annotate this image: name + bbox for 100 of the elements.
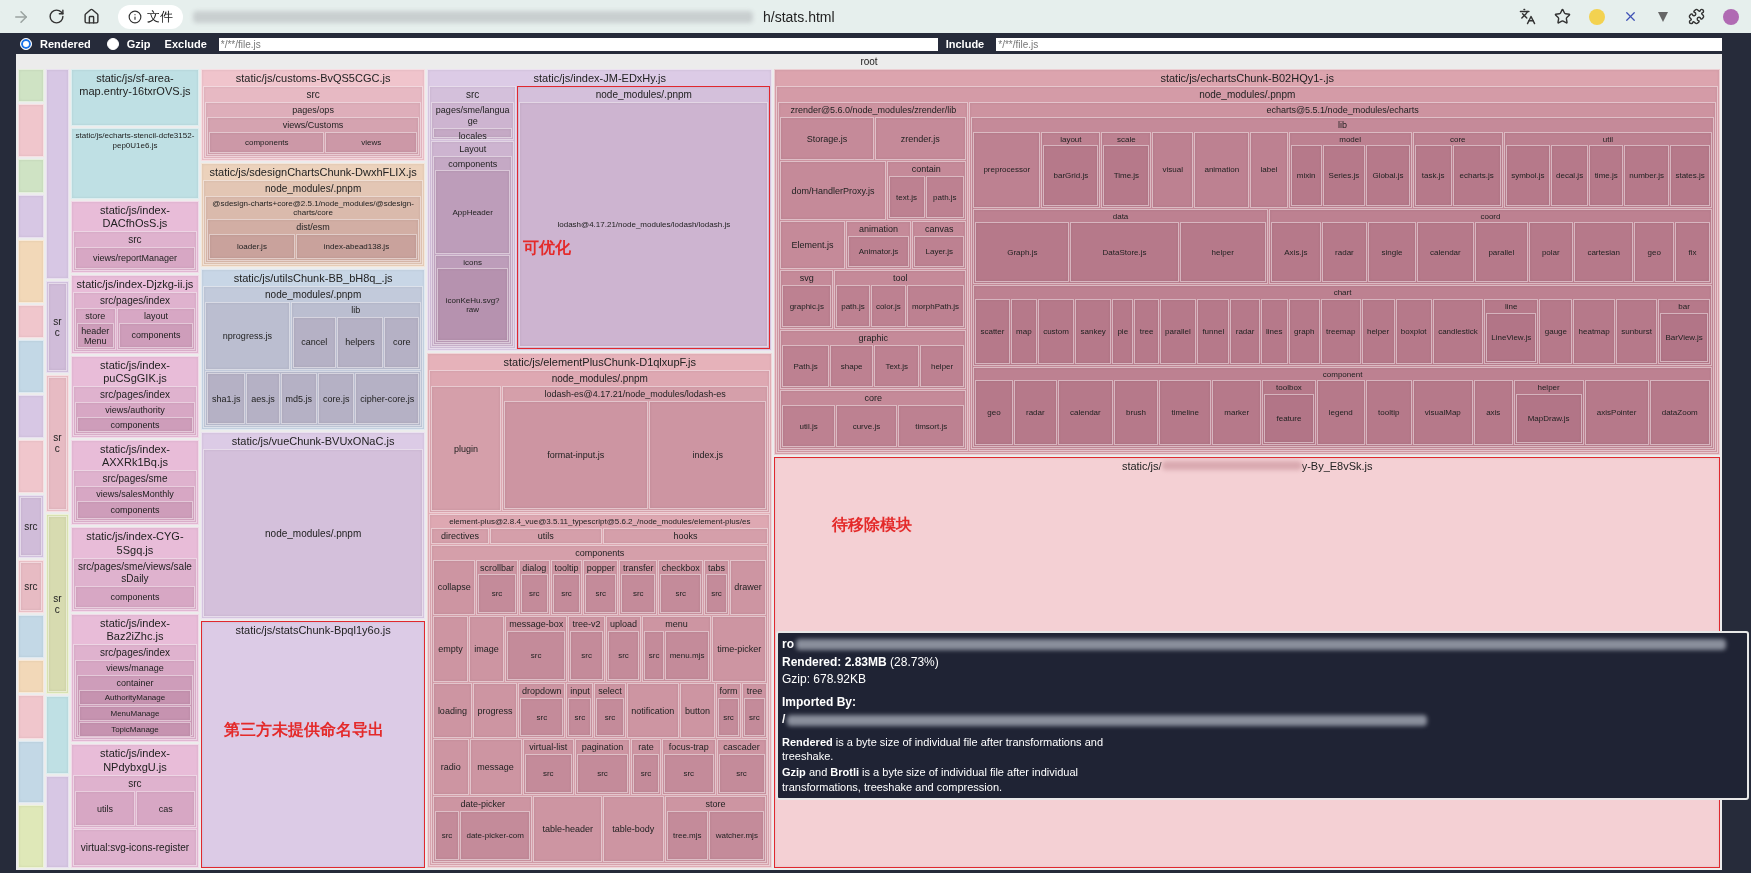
module-label: helpers	[344, 336, 376, 349]
chunk-label: static/js/index-AXXRk1Bq.js	[99, 441, 171, 470]
folder-label: popper	[585, 561, 616, 575]
module-label: polar	[1540, 246, 1561, 258]
module-label: components	[109, 419, 161, 432]
chunk-label: static/js/echartsChunk-B02HQy1-.js	[1159, 71, 1336, 86]
gzip-size: Gzip: 678.92KB	[782, 672, 868, 688]
folder-label: src/pages/sme	[101, 472, 169, 487]
module-label: src	[596, 767, 609, 779]
chunk-label: static/js/index-Djzkg-ii.js	[75, 276, 195, 292]
module-label: time.js	[1593, 169, 1619, 181]
folder-label: chart	[1332, 287, 1353, 299]
folder-label: select	[597, 685, 623, 698]
folder-label: layout	[1059, 133, 1083, 146]
module-label: TopicManage	[110, 724, 160, 736]
folder-label: core	[863, 392, 884, 405]
module-label: lodash@4.17.21/node_modules/lodash/lodash.js	[556, 219, 732, 231]
module-label: dataZoom	[1660, 407, 1699, 419]
module-label: path.js	[932, 191, 958, 203]
module-label: brush	[1125, 407, 1148, 419]
module-label: candlestick	[1437, 325, 1479, 337]
module-label: morphPath.js	[910, 300, 961, 312]
module-label: Storage.js	[805, 132, 849, 145]
module-label: radar	[1334, 246, 1355, 258]
module-label: visualMap	[1423, 407, 1462, 419]
module-label: date-picker-com	[465, 829, 525, 841]
module-label: image	[473, 643, 500, 655]
module-label: pie	[1116, 325, 1130, 337]
module-label: axis	[1485, 407, 1502, 419]
folder-label: components	[574, 546, 626, 560]
folder-label: menu	[664, 617, 689, 631]
module-label: src	[682, 767, 696, 779]
module-label: Time.js	[1112, 169, 1141, 181]
module-label: table-body	[611, 822, 656, 835]
chunk-label: static/js/utilsChunk-BB_bH8q_.js	[232, 270, 394, 286]
folder-label: src	[305, 88, 321, 103]
module-label: src	[52, 591, 63, 616]
folder-label: scale	[1116, 133, 1137, 146]
module-label: src	[490, 588, 504, 600]
module-label: radar	[1025, 407, 1046, 419]
folder-label: store	[84, 310, 107, 323]
module-label: symbol.js	[1510, 169, 1546, 181]
module-label: preprocessor	[982, 164, 1032, 176]
module-label: lines	[1265, 325, 1284, 337]
module-label: message	[476, 761, 515, 774]
folder-label: tooltip	[553, 561, 580, 575]
module-label: src	[529, 649, 543, 661]
module-label: sha1.js	[211, 392, 242, 405]
folder-label: src/pages/index	[98, 388, 171, 403]
module-label: loader.js	[236, 240, 268, 252]
module-label: tooltip	[1377, 407, 1401, 419]
field-label: Include	[945, 38, 985, 50]
module-label: map	[1015, 325, 1033, 337]
module-label: components	[244, 136, 290, 148]
folder-label: node_modules/.pnpm	[594, 88, 693, 103]
module-label: gauge	[1543, 325, 1568, 337]
module-label: custom	[1042, 325, 1070, 337]
folder-label: element-plus@2.8.4_vue@3.5.11_typescript@5.6.2_/node_modules/element-plus/es	[448, 516, 752, 528]
module-label: src	[603, 711, 617, 723]
folder-label: virtual-list	[528, 741, 569, 755]
annotation-text: 第三方未提供命名导出	[224, 719, 385, 740]
tooltip-note: Rendered is a byte size of individual file after transformations and treeshake.	[782, 734, 1104, 764]
module-label: dom/HandlerProxy.js	[790, 184, 876, 197]
folder-label: svg	[798, 272, 815, 285]
module-label: collapse	[436, 581, 472, 594]
module-label: src	[748, 711, 761, 723]
module-label: Axis.js	[1283, 246, 1309, 258]
folder-label: dropdown	[521, 685, 563, 698]
module-label: src	[674, 588, 688, 600]
chunk-label: static/js/statsChunk-Bpql1y6o.js	[234, 622, 392, 638]
module-label: calendar	[1429, 246, 1462, 258]
module-label: watcher.mjs	[714, 829, 759, 841]
module-label: feature	[1275, 413, 1303, 424]
module-label: timsort.js	[914, 420, 949, 432]
module-label: treemap	[1325, 325, 1357, 337]
folder-label: focus-trap	[667, 741, 710, 755]
module-label: timeline	[1170, 407, 1200, 419]
chunk-label: static/js/sf-area-map.entry-16txrOVS.js	[78, 71, 192, 100]
module-label: visual	[1161, 164, 1184, 176]
module-label: index-abead138.js	[322, 240, 391, 252]
module-label: iconKeHu.svg?raw	[444, 294, 501, 315]
module-label: AppHeader	[451, 206, 494, 218]
module-label: index.js	[691, 449, 724, 462]
module-label: heatmap	[1577, 325, 1611, 337]
module-label: empty	[437, 643, 464, 655]
module-label: src	[647, 649, 661, 661]
rendered-size: Rendered: 2.83MB (28.73%)	[782, 654, 940, 671]
chunk-label: static/js/customs-BvQS5CGC.js	[234, 71, 392, 86]
folder-label: lib	[350, 303, 362, 317]
module-label: graphic.js	[788, 300, 825, 312]
folder-label: views/salesMonthly	[95, 488, 175, 501]
module-label: src	[560, 588, 573, 600]
folder-label: src/pages/sme/views/salesDaily	[77, 559, 193, 586]
module-label: src	[527, 588, 541, 600]
chunk-label: static/js/index-NPdybxgU.js	[99, 746, 171, 775]
module-label: tree.mjs	[672, 829, 703, 841]
folder-label: src	[127, 232, 143, 247]
module-label: label	[1259, 164, 1279, 176]
folder-label: node_modules/.pnpm	[264, 287, 363, 302]
module-label: plugin	[452, 442, 479, 455]
